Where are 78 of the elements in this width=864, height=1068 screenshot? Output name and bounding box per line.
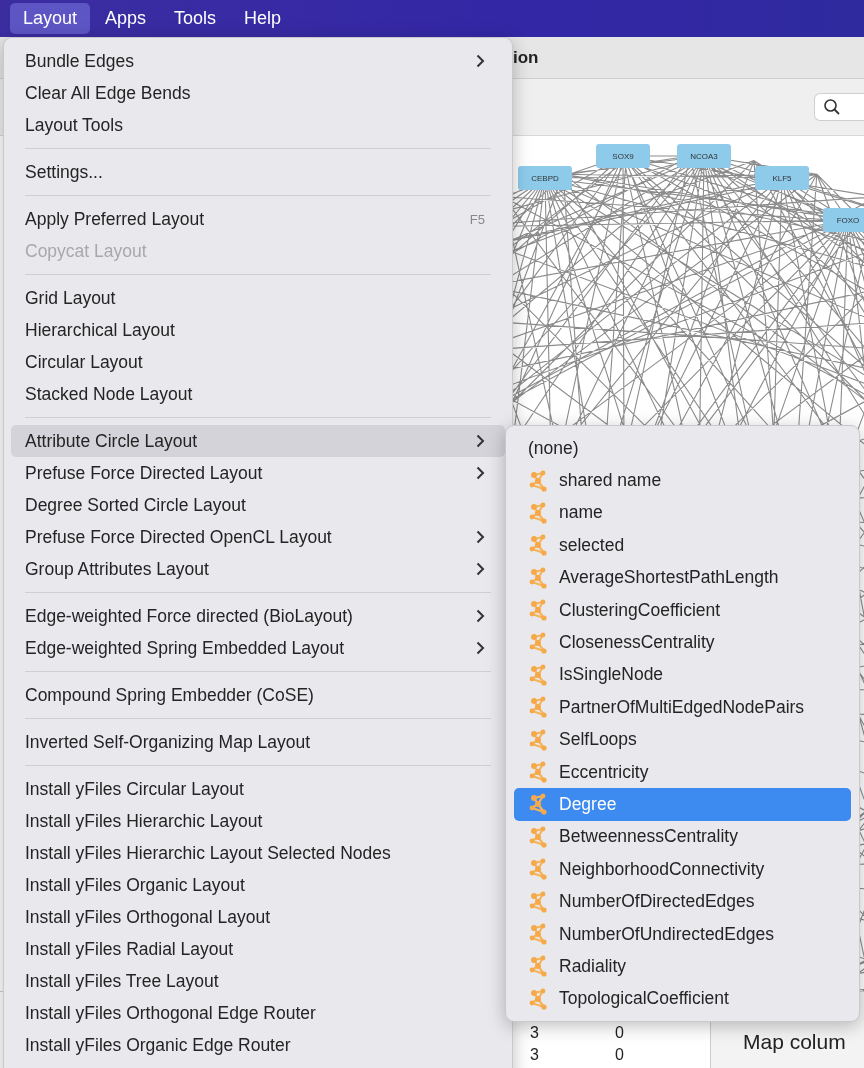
table-cell: 3 — [530, 1024, 539, 1041]
table-cell: 3 — [530, 1046, 539, 1063]
table-cell: 0 — [615, 1024, 624, 1041]
table-cell: 0 — [615, 1046, 624, 1063]
network-node[interactable]: CEBPD — [518, 166, 572, 190]
menu-bar-item[interactable]: Help — [231, 3, 295, 34]
network-icon — [528, 566, 550, 589]
menu-item[interactable]: Layout Tools — [11, 109, 505, 141]
menu-item[interactable]: Attribute Circle Layout — [11, 425, 505, 457]
network-icon — [528, 728, 550, 751]
menu-item[interactable]: Apply Preferred Layout F5 — [11, 203, 505, 235]
network-icon — [528, 955, 550, 978]
submenu-item[interactable]: shared name — [514, 464, 851, 497]
submenu-item[interactable]: NumberOfDirectedEdges — [514, 885, 851, 918]
search-icon — [823, 98, 841, 116]
submenu-item[interactable]: Eccentricity — [514, 755, 851, 789]
menu-bar-item[interactable]: Apps — [92, 3, 160, 34]
submenu-item[interactable]: ClusteringCoefficient — [514, 593, 851, 627]
search-field[interactable] — [814, 93, 864, 121]
menu-item[interactable]: Install yFiles Orthogonal Edge Router — [11, 997, 505, 1029]
network-icon — [528, 793, 550, 816]
menu-item[interactable]: Settings... — [11, 156, 505, 188]
menu-item[interactable]: Install yFiles Radial Layout — [11, 933, 505, 965]
menu-item[interactable]: Clear All Edge Bends — [11, 77, 505, 109]
menu-item[interactable]: Install yFiles Hierarchic Layout — [11, 805, 505, 837]
submenu-item[interactable]: TopologicalCoefficient — [514, 982, 851, 1016]
submenu-item[interactable]: (none) — [514, 432, 851, 465]
menu-item[interactable]: Grid Layout — [11, 282, 505, 314]
menu-item[interactable]: Install yFiles Tree Layout — [11, 965, 505, 997]
menu-item[interactable]: Install yFiles Hierarchic Layout Selected Nodes — [11, 837, 505, 869]
menu-item[interactable]: Install yFiles Organic Edge Router — [11, 1029, 505, 1061]
network-icon — [528, 501, 550, 524]
menu-item[interactable]: Stacked Node Layout — [11, 378, 505, 410]
menu-item[interactable]: Inverted Self-Organizing Map Layout — [11, 726, 505, 758]
submenu-item[interactable]: SelfLoops — [514, 723, 851, 756]
network-node[interactable]: SOX9 — [596, 144, 650, 168]
menu-item[interactable]: Install yFiles Organic Layout — [11, 869, 505, 901]
network-icon — [528, 987, 550, 1010]
menu-bar-item[interactable]: Layout — [10, 3, 91, 34]
window-title: ion — [513, 47, 539, 68]
network-icon — [528, 534, 550, 557]
menu-item[interactable]: Prefuse Force Directed Layout — [11, 457, 505, 489]
network-icon — [528, 663, 550, 686]
submenu-item[interactable]: NeighborhoodConnectivity — [514, 853, 851, 886]
network-icon — [528, 631, 550, 654]
network-node[interactable]: NCOA3 — [677, 144, 731, 168]
menu-item[interactable]: Degree Sorted Circle Layout — [11, 489, 505, 521]
submenu-item[interactable]: NumberOfUndirectedEdges — [514, 917, 851, 951]
network-icon — [528, 761, 550, 784]
submenu-item[interactable]: name — [514, 496, 851, 530]
menu-item[interactable]: Hierarchical Layout — [11, 314, 505, 346]
menu-item[interactable]: Group Attributes Layout — [11, 553, 505, 585]
submenu-item[interactable]: ClosenessCentrality — [514, 626, 851, 659]
menu-item[interactable]: Install yFiles Orthogonal Layout — [11, 901, 505, 933]
submenu-item[interactable]: IsSingleNode — [514, 658, 851, 692]
menu-bar-item[interactable]: Tools — [161, 3, 230, 34]
network-node[interactable]: KLF5 — [755, 166, 809, 190]
menu-item[interactable]: Compound Spring Embedder (CoSE) — [11, 679, 505, 711]
submenu-item[interactable]: PartnerOfMultiEdgedNodePairs — [514, 691, 851, 724]
shortcut-label: F5 — [469, 211, 485, 227]
network-icon — [528, 923, 550, 946]
menu-item[interactable]: Prefuse Force Directed OpenCL Layout — [11, 521, 505, 553]
network-icon — [528, 696, 550, 719]
network-icon — [528, 599, 550, 622]
menu-item[interactable]: Install yFiles Circular Layout — [11, 773, 505, 805]
submenu-item[interactable]: AverageShortestPathLength — [514, 561, 851, 594]
network-icon — [528, 858, 550, 881]
menu-item[interactable]: Edge-weighted Force directed (BioLayout) — [11, 600, 505, 632]
submenu-item[interactable]: selected — [514, 529, 851, 562]
menu-item[interactable]: Circular Layout — [11, 346, 505, 378]
submenu-item[interactable]: BetweennessCentrality — [514, 820, 851, 854]
menu-item[interactable]: Bundle Edges — [11, 45, 505, 77]
menu-item[interactable]: Edge-weighted Spring Embedded Layout — [11, 632, 505, 664]
submenu-item[interactable]: Radiality — [514, 950, 851, 983]
network-icon — [528, 469, 550, 492]
network-node[interactable]: FOXO — [823, 208, 864, 232]
network-icon — [528, 890, 550, 913]
network-icon — [528, 825, 550, 848]
